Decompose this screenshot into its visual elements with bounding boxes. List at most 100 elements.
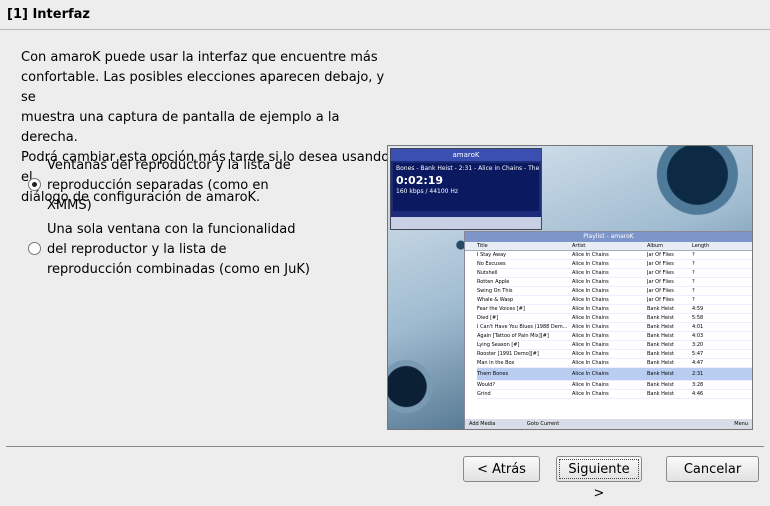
playlist-cell: Alice In Chains	[572, 351, 609, 357]
playlist-cell: Fear the Voices [#]	[477, 306, 525, 312]
col-title: Title	[477, 243, 488, 249]
option-line: del reproductor y la lista de	[47, 242, 227, 257]
radio-separate-windows[interactable]	[28, 178, 41, 191]
option-line: reproducción separadas (como en	[47, 178, 269, 193]
playlist-row: Lying Season [#] Alice In Chains Bank Heis…	[477, 341, 752, 350]
playlist-cell: Alice In Chains	[572, 333, 609, 339]
playlist-cell: I Can't Have You Blues (1988 Dem...	[477, 324, 568, 330]
playlist-cell: Bank Heist	[647, 360, 674, 366]
back-button[interactable]: < Atrás	[463, 456, 540, 482]
playlist-cell: Bank Heist	[647, 324, 674, 330]
intro-line: confortable. Las posibles elecciones apa…	[21, 70, 385, 105]
playlist-cell: Died [#]	[477, 315, 499, 321]
playlist-row: Whale & Wasp Alice In Chains Jar Of Flies?	[477, 296, 752, 305]
playlist-row: I Can't Have You Blues (1988 Dem... Alice…	[477, 323, 752, 332]
playlist-cell: Man in the Box	[477, 360, 515, 366]
playlist-cell: Bank Heist	[647, 371, 674, 377]
menu-label: Menu	[734, 421, 748, 427]
playlist-cell: ?	[692, 297, 695, 303]
playlist-cell: Bank Heist	[647, 382, 674, 388]
playlist-cell: Rooster [1991 Demo][#]	[477, 351, 539, 357]
playlist-cell: 4:03	[692, 333, 704, 339]
playlist-cell: Jar Of Flies	[647, 261, 674, 267]
playlist-cell: Jar Of Flies	[647, 297, 674, 303]
col-artist: Artist	[572, 243, 586, 249]
playlist-row: Grind Alice In Chains Bank Heist 4:46	[477, 390, 752, 399]
playlist-row: Again [Tattoo of Pain Mix][#] Alice In Ch…	[477, 332, 752, 341]
playlist-cell: Bank Heist	[647, 333, 674, 339]
playlist-row: No Excuses Alice In Chains Jar Of Flies?	[477, 260, 752, 269]
playlist-cell: Swing On This	[477, 288, 513, 294]
player-controls	[391, 217, 541, 229]
intro-line: muestra una captura de pantalla de ejemp…	[21, 110, 340, 145]
playlist-row: Died [#] Alice In Chains Bank Heist 5:58	[477, 314, 752, 323]
playlist-cell: 3:28	[692, 382, 704, 388]
player-info: Bones - Bank Heist - 2:31 - Alice in Cha…	[396, 165, 539, 172]
playlist-cell: ?	[692, 279, 695, 285]
playlist-cell: Bank Heist	[647, 342, 674, 348]
playlist-cell: Alice In Chains	[572, 342, 609, 348]
cancel-button[interactable]: Cancelar	[666, 456, 759, 482]
playlist-window-preview: Playlist - amaroK Title Artist Album Len…	[464, 231, 752, 429]
radio-label-separate-windows[interactable]: Ventanas del reproductor y la lista de r…	[47, 156, 347, 216]
playlist-cell: Bank Heist	[647, 391, 674, 397]
playlist-cell: 4:59	[692, 306, 704, 312]
playlist-cell: ?	[692, 252, 695, 258]
playlist-cell: Them Bones	[477, 371, 509, 377]
playlist-cell: 4:46	[692, 391, 704, 397]
playlist-cell: Bank Heist	[647, 306, 674, 312]
option-line: XMMS)	[47, 198, 92, 213]
col-album: Album	[647, 243, 664, 249]
playlist-cell: Alice In Chains	[572, 371, 609, 377]
playlist-cell: ?	[692, 270, 695, 276]
playlist-cell: Bank Heist	[647, 351, 674, 357]
playlist-cell: ?	[692, 261, 695, 267]
playlist-cell: Nutshell	[477, 270, 498, 276]
playlist-row: Swing On This Alice In Chains Jar Of Flies…	[477, 287, 752, 296]
page-title: [1] Interfaz	[7, 7, 90, 22]
playlist-cell: 5:58	[692, 315, 704, 321]
playlist-cell: Alice In Chains	[572, 261, 609, 267]
playlist-row: Rotten Apple Alice In Chains Jar Of Flies?	[477, 278, 752, 287]
option-line: Una sola ventana con la funcionalidad	[47, 222, 296, 237]
playlist-cell: Jar Of Flies	[647, 288, 674, 294]
playlist-cell: Would?	[477, 382, 496, 388]
player-display: Bones - Bank Heist - 2:31 - Alice in Cha…	[393, 163, 539, 211]
playlist-cell: Alice In Chains	[572, 297, 609, 303]
goto-current-label: Goto Current	[526, 421, 560, 427]
playlist-cell: 4:47	[692, 360, 704, 366]
playlist-cell: Alice In Chains	[572, 315, 609, 321]
intro-line: Con amaroK puede usar la interfaz que en…	[21, 50, 378, 65]
playlist-cell: Alice In Chains	[572, 360, 609, 366]
page-header: [1] Interfaz	[0, 0, 770, 30]
playlist-cell: Alice In Chains	[572, 324, 609, 330]
radio-single-window[interactable]	[28, 242, 41, 255]
playlist-cell: 3:20	[692, 342, 704, 348]
playlist-cell: Alice In Chains	[572, 306, 609, 312]
playlist-cell: Alice In Chains	[572, 252, 609, 258]
playlist-row: I Stay Away Alice In Chains Jar Of Flies?	[477, 251, 752, 260]
playlist-cell: Jar Of Flies	[647, 252, 674, 258]
playlist-cell: Bank Heist	[647, 315, 674, 321]
playlist-row: Them Bones Alice In Chains Bank Heist 2:31	[477, 368, 752, 381]
playlist-cell: I Stay Away	[477, 252, 507, 258]
next-button[interactable]: Siguiente >	[556, 456, 642, 501]
playlist-cell: Grind	[477, 391, 491, 397]
playlist-cell: Whale & Wasp	[477, 297, 514, 303]
option-line: reproducción combinadas (como en JuK)	[47, 262, 310, 277]
playlist-cell: Jar Of Flies	[647, 270, 674, 276]
radio-label-single-window[interactable]: Una sola ventana con la funcionalidad de…	[47, 220, 347, 280]
option-line: Ventanas del reproductor y la lista de	[47, 158, 291, 173]
playlist-bottom-bar: Add Media Goto Current Menu	[465, 419, 752, 429]
add-media-label: Add Media	[469, 421, 496, 427]
player-window-preview: amaroK Bones - Bank Heist - 2:31 - Alice…	[390, 148, 542, 230]
playlist-cell: Rotten Apple	[477, 279, 510, 285]
playlist-row: Fear the Voices [#] Alice In Chains Bank H…	[477, 305, 752, 314]
col-length: Length	[692, 243, 710, 249]
player-time: 0:02:19	[396, 174, 444, 187]
playlist-row: Would? Alice In Chains Bank Heist 3:28	[477, 381, 752, 390]
playlist-cell: Alice In Chains	[572, 382, 609, 388]
preview-screenshot: amaroK Bones - Bank Heist - 2:31 - Alice…	[387, 145, 753, 430]
player-bitrate: 160 kbps / 44100 Hz	[396, 188, 459, 195]
player-title: amaroK	[391, 149, 541, 161]
